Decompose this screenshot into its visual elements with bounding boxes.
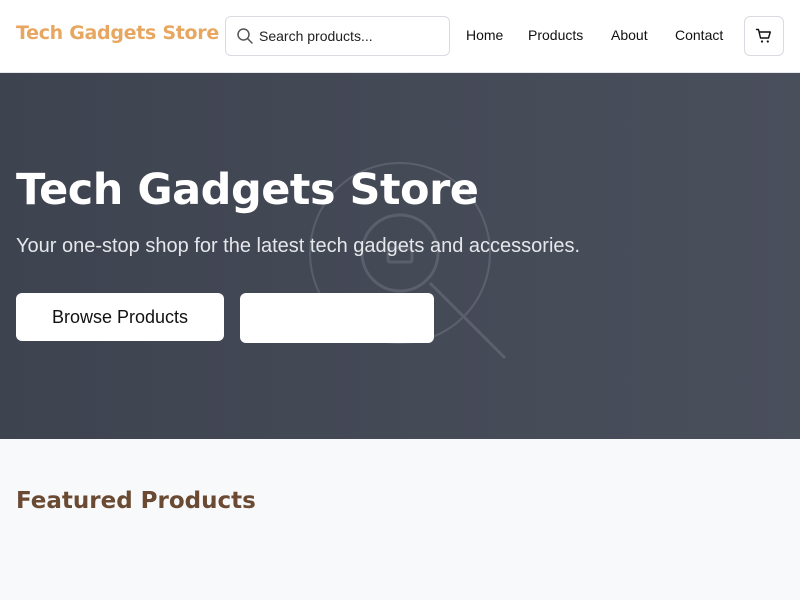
nav-products[interactable]: Products bbox=[528, 27, 583, 43]
store-logo[interactable]: Tech Gadgets Store bbox=[16, 22, 219, 44]
hero-banner: Tech Gadgets Store Your one-stop shop fo… bbox=[0, 73, 800, 439]
nav-about[interactable]: About bbox=[611, 27, 648, 43]
hero-subtitle: Your one-stop shop for the latest tech g… bbox=[16, 235, 581, 257]
hero-title: Tech Gadgets Store bbox=[16, 165, 479, 215]
cart-icon bbox=[755, 28, 771, 43]
search-icon bbox=[236, 27, 254, 45]
featured-products-heading: Featured Products bbox=[16, 488, 256, 514]
secondary-hero-button[interactable] bbox=[240, 293, 434, 343]
browse-products-button[interactable]: Browse Products bbox=[16, 293, 224, 341]
nav-home[interactable]: Home bbox=[466, 27, 503, 43]
nav-contact[interactable]: Contact bbox=[675, 27, 723, 43]
search-box[interactable] bbox=[225, 16, 450, 56]
site-header: Tech Gadgets Store Home Products About C… bbox=[0, 0, 800, 73]
cart-button[interactable] bbox=[744, 16, 784, 56]
search-input[interactable] bbox=[259, 28, 439, 44]
